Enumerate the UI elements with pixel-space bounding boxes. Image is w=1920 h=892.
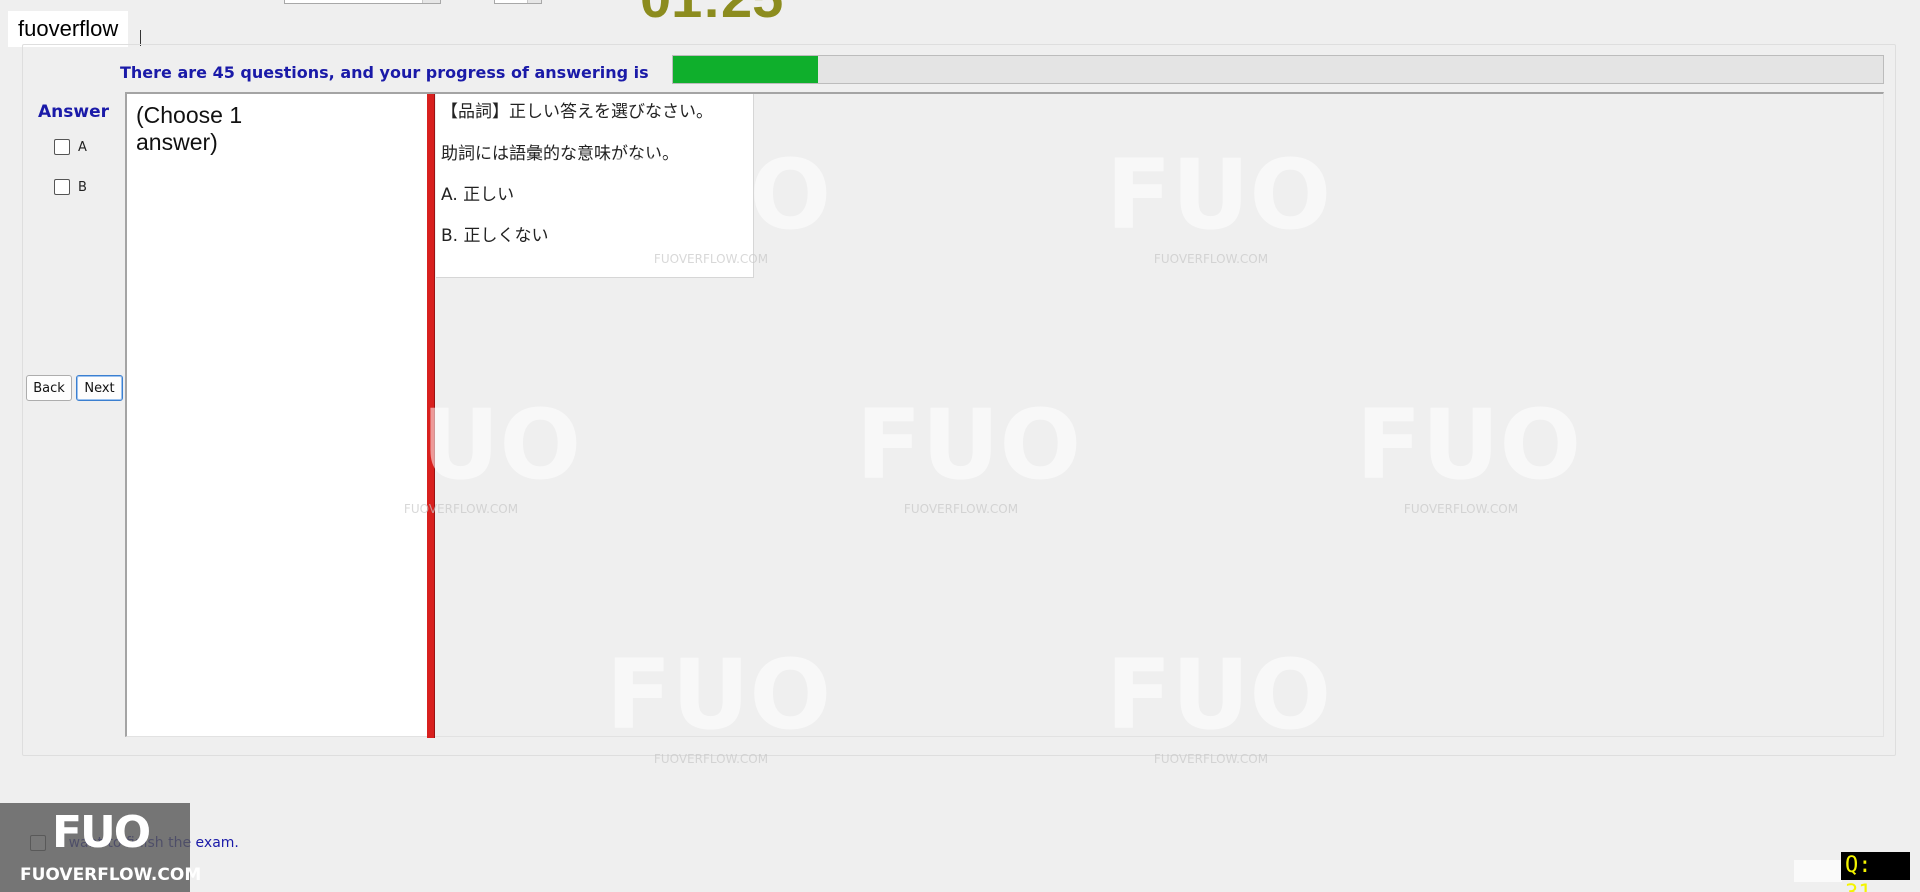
logo-site: FUOVERFLOW.COM [20, 865, 202, 885]
question-number-badge: Q: 31 [1841, 852, 1910, 892]
question-choice-b: B. 正しくない [441, 226, 549, 246]
status-blank [1794, 860, 1842, 882]
top-spinner[interactable] [494, 0, 542, 4]
exam-timer: 01:25 [640, 0, 783, 20]
back-button[interactable]: Back [26, 375, 72, 401]
question-heading: 【品詞】正しい答えを選びなさい。 [441, 102, 713, 122]
choose-hint: (Choose 1 answer) [136, 102, 243, 155]
fuo-logo: FUO FUOVERFLOW.COM [0, 803, 201, 892]
brand-label: fuoverflow [8, 11, 129, 47]
checkbox[interactable] [54, 179, 70, 195]
choose-hint-panel [127, 94, 427, 736]
answer-option-b[interactable]: B [54, 179, 87, 195]
question-statement: 助詞には語彙的な意味がない。 [441, 144, 679, 164]
panel-splitter[interactable] [427, 94, 435, 738]
answer-title: Answer [38, 102, 109, 122]
logo-mark: FUO [52, 807, 151, 858]
answer-option-label: A [78, 139, 87, 155]
answer-option-label: B [78, 179, 87, 195]
question-choice-a: A. 正しい [441, 185, 515, 205]
answer-option-a[interactable]: A [54, 139, 87, 155]
spin-arrows-icon[interactable] [527, 0, 541, 3]
progress-bar-fill [673, 56, 819, 83]
next-button[interactable]: Next [76, 375, 123, 401]
progress-label: There are 45 questions, and your progres… [120, 63, 649, 82]
checkbox[interactable] [54, 139, 70, 155]
chevron-down-icon[interactable] [422, 0, 440, 3]
progress-bar [672, 55, 1884, 84]
top-combobox[interactable] [284, 0, 441, 4]
